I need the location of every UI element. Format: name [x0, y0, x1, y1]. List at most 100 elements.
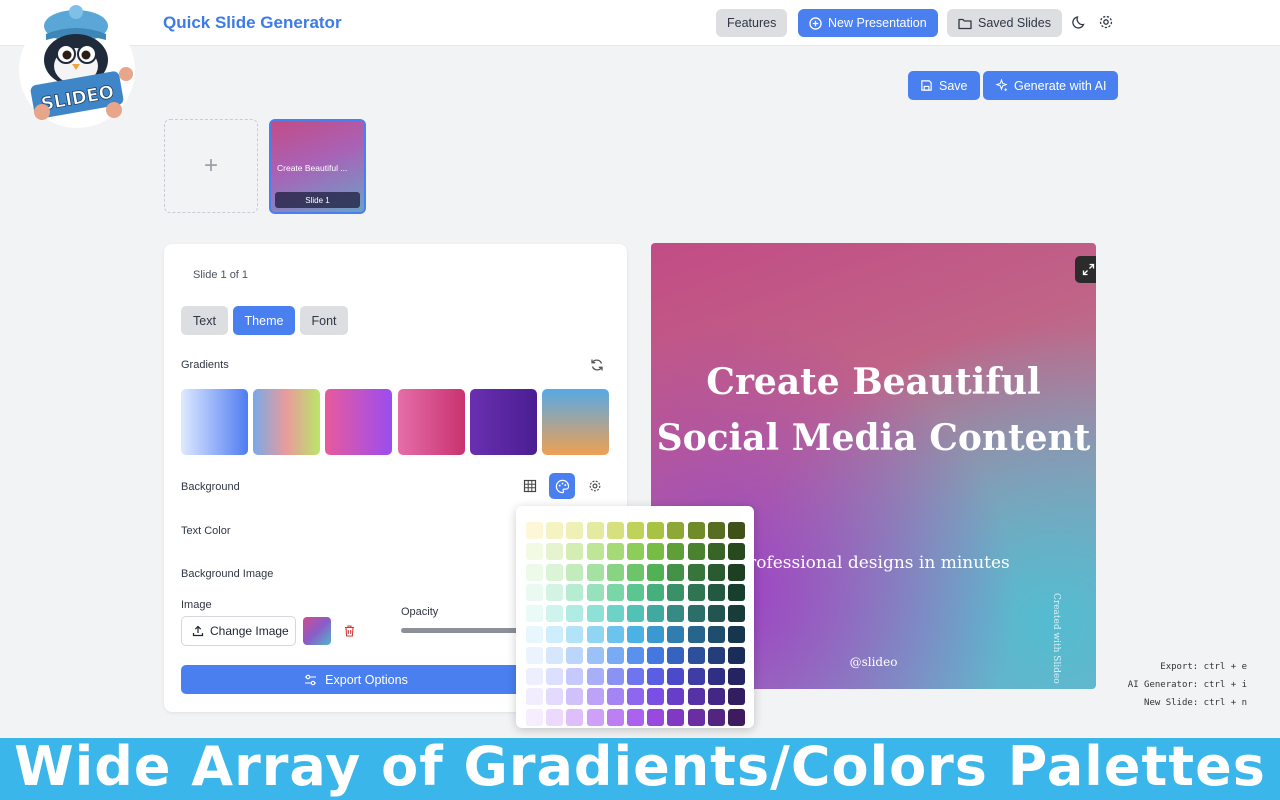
palette-swatch[interactable] [728, 584, 745, 602]
gradient-swatch-1[interactable] [181, 389, 248, 455]
palette-swatch[interactable] [647, 522, 665, 539]
generate-with-ai-button[interactable]: Generate with AI [983, 71, 1119, 100]
moon-icon[interactable] [1072, 14, 1088, 30]
palette-swatch[interactable] [667, 563, 685, 581]
palette-swatch[interactable] [606, 688, 624, 706]
export-options-button[interactable]: Export Options [181, 665, 531, 694]
palette-swatch[interactable] [667, 688, 685, 706]
palette-swatch[interactable] [526, 646, 543, 664]
palette-swatch[interactable] [566, 667, 584, 685]
palette-swatch[interactable] [627, 605, 644, 623]
palette-swatch[interactable] [546, 563, 564, 581]
gradient-swatch-5[interactable] [470, 389, 537, 455]
palette-swatch[interactable] [627, 646, 644, 664]
palette-swatch[interactable] [667, 542, 685, 560]
palette-swatch[interactable] [586, 605, 604, 623]
palette-swatch[interactable] [667, 626, 685, 643]
background-settings-button[interactable] [582, 473, 608, 499]
palette-swatch[interactable] [647, 584, 665, 602]
palette-swatch[interactable] [627, 522, 644, 539]
palette-swatch[interactable] [606, 584, 624, 602]
palette-swatch[interactable] [627, 626, 644, 643]
palette-swatch[interactable] [627, 563, 644, 581]
palette-swatch[interactable] [687, 667, 705, 685]
palette-swatch[interactable] [687, 605, 705, 623]
palette-swatch[interactable] [627, 542, 644, 560]
palette-swatch[interactable] [526, 563, 543, 581]
palette-swatch[interactable] [526, 584, 543, 602]
palette-swatch[interactable] [566, 646, 584, 664]
palette-swatch[interactable] [647, 646, 665, 664]
settings-gear-icon[interactable] [1098, 14, 1114, 30]
saved-slides-button[interactable]: Saved Slides [947, 9, 1062, 37]
palette-swatch[interactable] [667, 709, 685, 727]
palette-swatch[interactable] [728, 688, 745, 706]
gradient-swatch-6[interactable] [542, 389, 609, 455]
palette-swatch[interactable] [606, 667, 624, 685]
palette-swatch[interactable] [606, 542, 624, 560]
palette-swatch[interactable] [546, 584, 564, 602]
palette-swatch[interactable] [728, 522, 745, 539]
palette-swatch[interactable] [566, 522, 584, 539]
palette-swatch[interactable] [526, 667, 543, 685]
palette-swatch[interactable] [526, 709, 543, 727]
gradient-swatch-2[interactable] [253, 389, 320, 455]
palette-swatch[interactable] [606, 626, 624, 643]
fullscreen-button[interactable] [1075, 256, 1096, 283]
palette-swatch[interactable] [647, 709, 665, 727]
palette-swatch[interactable] [586, 646, 604, 664]
trash-icon[interactable] [344, 625, 355, 637]
gradient-swatch-3[interactable] [325, 389, 392, 455]
palette-swatch[interactable] [627, 667, 644, 685]
palette-swatch[interactable] [647, 542, 665, 560]
palette-swatch[interactable] [667, 646, 685, 664]
palette-swatch[interactable] [667, 522, 685, 539]
palette-swatch[interactable] [546, 709, 564, 727]
tab-font[interactable]: Font [300, 306, 348, 335]
palette-swatch[interactable] [687, 563, 705, 581]
palette-swatch[interactable] [707, 563, 725, 581]
palette-swatch[interactable] [687, 626, 705, 643]
palette-swatch[interactable] [687, 688, 705, 706]
palette-swatch[interactable] [526, 605, 543, 623]
palette-swatch[interactable] [546, 688, 564, 706]
palette-swatch[interactable] [546, 522, 564, 539]
background-grid-button[interactable] [517, 473, 543, 499]
palette-swatch[interactable] [546, 646, 564, 664]
palette-swatch[interactable] [566, 605, 584, 623]
palette-swatch[interactable] [687, 646, 705, 664]
palette-swatch[interactable] [728, 646, 745, 664]
palette-swatch[interactable] [566, 626, 584, 643]
add-slide-button[interactable]: + [164, 119, 258, 213]
palette-swatch[interactable] [606, 709, 624, 727]
palette-swatch[interactable] [606, 605, 624, 623]
save-button[interactable]: Save [908, 71, 980, 100]
palette-swatch[interactable] [526, 626, 543, 643]
palette-swatch[interactable] [566, 542, 584, 560]
palette-swatch[interactable] [707, 605, 725, 623]
palette-swatch[interactable] [647, 563, 665, 581]
palette-swatch[interactable] [728, 605, 745, 623]
palette-swatch[interactable] [586, 667, 604, 685]
palette-swatch[interactable] [627, 688, 644, 706]
palette-swatch[interactable] [566, 688, 584, 706]
palette-swatch[interactable] [687, 584, 705, 602]
palette-swatch[interactable] [667, 584, 685, 602]
palette-swatch[interactable] [606, 522, 624, 539]
palette-swatch[interactable] [707, 646, 725, 664]
palette-swatch[interactable] [707, 542, 725, 560]
palette-swatch[interactable] [526, 542, 543, 560]
change-image-button[interactable]: Change Image [181, 616, 296, 646]
palette-swatch[interactable] [586, 584, 604, 602]
palette-swatch[interactable] [707, 709, 725, 727]
tab-text[interactable]: Text [181, 306, 228, 335]
palette-swatch[interactable] [546, 626, 564, 643]
palette-swatch[interactable] [647, 626, 665, 643]
new-presentation-button[interactable]: New Presentation [798, 9, 938, 37]
palette-swatch[interactable] [728, 542, 745, 560]
palette-swatch[interactable] [586, 563, 604, 581]
palette-swatch[interactable] [687, 709, 705, 727]
slide-thumbnail[interactable]: Create Beautiful ... Slide 1 [269, 119, 366, 214]
palette-swatch[interactable] [526, 522, 543, 539]
palette-swatch[interactable] [586, 542, 604, 560]
